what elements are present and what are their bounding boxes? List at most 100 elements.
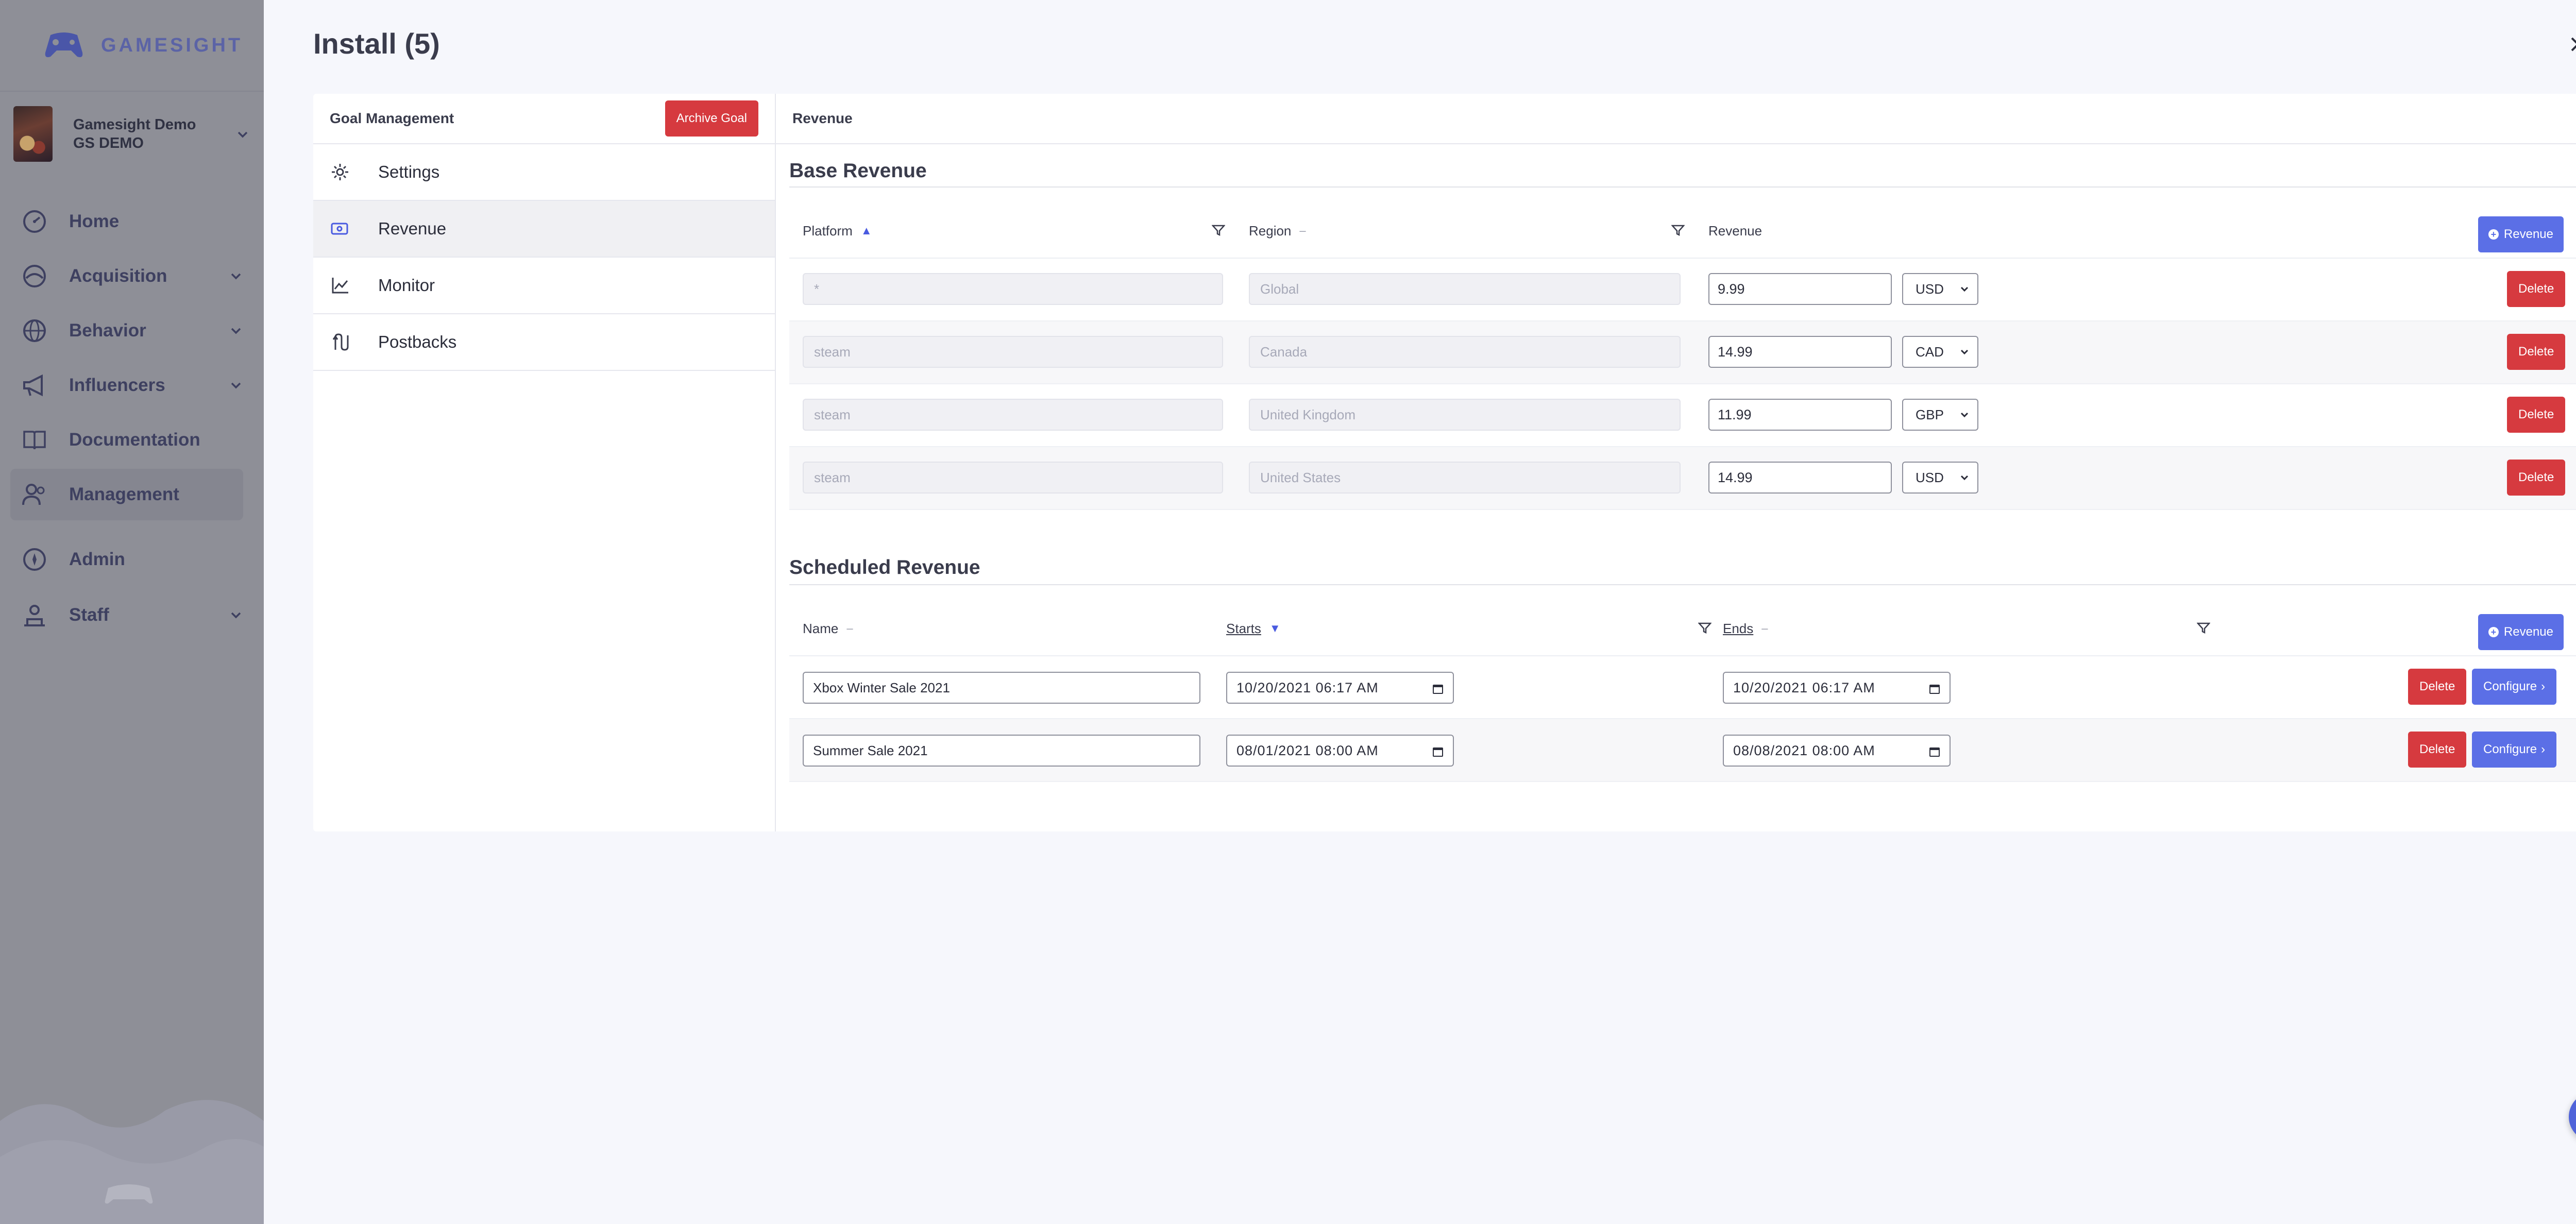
tab-monitor[interactable]: Monitor <box>313 258 775 314</box>
nav-item-behavior[interactable]: Behavior <box>10 305 243 356</box>
page-title: Install (5) <box>313 27 440 60</box>
compass-icon <box>21 546 48 573</box>
table-row: Summer Sale 2021 08/01/2021 08:00 AM 08/… <box>789 719 2576 782</box>
sort-desc-icon: ▼ <box>1269 622 1281 635</box>
calendar-icon[interactable] <box>1928 745 1941 758</box>
ends-datetime-input[interactable]: 08/08/2021 08:00 AM <box>1723 735 1951 767</box>
chevron-right-icon <box>2571 37 2576 52</box>
divider <box>0 91 264 92</box>
chevron-down-icon <box>231 273 241 280</box>
archive-goal-button[interactable]: Archive Goal <box>665 100 758 137</box>
nav-label: Management <box>69 484 179 504</box>
account-org: GS DEMO <box>73 135 144 151</box>
globe-icon <box>21 317 48 345</box>
acquisition-icon <box>21 262 48 290</box>
decorative-hills <box>0 1100 264 1224</box>
delete-button[interactable]: Delete <box>2408 732 2467 768</box>
nav-item-acquisition[interactable]: Acquisition <box>10 250 243 302</box>
divider <box>789 584 2576 585</box>
region-field: United States <box>1249 462 1681 494</box>
column-starts[interactable]: Starts ▼ <box>1226 601 1281 656</box>
scheduled-revenue-title: Scheduled Revenue <box>789 556 980 579</box>
column-platform[interactable]: Platform ▲ <box>803 203 872 259</box>
currency-select[interactable]: USD <box>1902 273 1978 305</box>
app-sidebar: GAMESIGHT Gamesight Demo GS DEMO Home Ac… <box>0 0 264 1224</box>
currency-select[interactable]: CAD <box>1902 336 1978 368</box>
amount-input[interactable]: 14.99 <box>1708 336 1892 368</box>
nav-item-staff[interactable]: Staff <box>10 589 243 641</box>
ends-datetime-input[interactable]: 10/20/2021 06:17 AM <box>1723 672 1951 704</box>
schedule-name-input[interactable]: Xbox Winter Sale 2021 <box>803 672 1200 704</box>
starts-datetime-input[interactable]: 10/20/2021 06:17 AM <box>1226 672 1454 704</box>
platform-field: steam <box>803 336 1223 368</box>
chevron-down-icon <box>1960 475 1969 481</box>
region-field: United Kingdom <box>1249 399 1681 431</box>
delete-button[interactable]: Delete <box>2507 334 2566 370</box>
add-revenue-button[interactable]: + Revenue <box>2478 216 2564 252</box>
plus-circle-icon: + <box>2488 627 2499 637</box>
nav-item-management[interactable]: Management <box>10 469 243 520</box>
tab-postbacks[interactable]: Postbacks <box>313 314 775 371</box>
configure-button[interactable]: Configure › <box>2472 732 2557 768</box>
nav-label: Admin <box>69 549 125 569</box>
tab-revenue[interactable]: Revenue <box>313 201 775 258</box>
sort-none-icon: – <box>1299 224 1306 237</box>
platform-field: steam <box>803 399 1223 431</box>
brand[interactable]: GAMESIGHT <box>43 29 243 62</box>
chevron-down-icon <box>231 382 241 389</box>
nav-item-admin[interactable]: Admin <box>10 534 243 585</box>
column-name[interactable]: Name – <box>803 601 853 656</box>
column-region[interactable]: Region – <box>1249 203 1306 259</box>
delete-button[interactable]: Delete <box>2507 460 2566 496</box>
nav-item-home[interactable]: Home <box>10 196 243 247</box>
starts-datetime-input[interactable]: 08/01/2021 08:00 AM <box>1226 735 1454 767</box>
column-ends[interactable]: Ends – <box>1723 601 1768 656</box>
chevron-down-icon <box>231 612 241 619</box>
filter-icon[interactable] <box>1671 224 1685 237</box>
sort-none-icon: – <box>846 622 853 635</box>
delete-button[interactable]: Delete <box>2507 271 2566 307</box>
nav-item-documentation[interactable]: Documentation <box>10 414 243 466</box>
delete-button[interactable]: Delete <box>2507 397 2566 433</box>
megaphone-icon <box>21 371 48 399</box>
book-icon <box>21 426 48 454</box>
amount-input[interactable]: 9.99 <box>1708 273 1892 305</box>
account-switcher[interactable]: Gamesight Demo GS DEMO <box>13 106 250 162</box>
nav-item-influencers[interactable]: Influencers <box>10 360 243 411</box>
chevron-down-icon <box>1960 286 1969 292</box>
calendar-icon[interactable] <box>1431 682 1445 695</box>
schedule-name-input[interactable]: Summer Sale 2021 <box>803 735 1200 767</box>
filter-icon[interactable] <box>1698 621 1711 635</box>
goal-management-title: Goal Management <box>330 110 454 126</box>
badge-icon <box>21 601 48 629</box>
scheduled-revenue-table: Name – Starts ▼ Ends – + Revenue Xbox Winter… <box>789 601 2576 782</box>
sort-asc-icon: ▲ <box>860 224 872 237</box>
platform-field: steam <box>803 462 1223 494</box>
base-revenue-title: Base Revenue <box>789 160 927 182</box>
calendar-icon[interactable] <box>1431 745 1445 758</box>
table-row: steam Canada 14.99 CAD Delete <box>789 321 2576 384</box>
configure-button[interactable]: Configure › <box>2472 669 2557 705</box>
revenue-header: Revenue <box>776 94 2576 144</box>
currency-select[interactable]: USD <box>1902 462 1978 494</box>
tab-label: Settings <box>378 162 440 181</box>
amount-input[interactable]: 14.99 <box>1708 462 1892 494</box>
calendar-icon[interactable] <box>1928 682 1941 695</box>
close-panel-button[interactable] <box>2560 29 2576 60</box>
dashboard-icon <box>21 208 48 235</box>
delete-button[interactable]: Delete <box>2408 669 2467 705</box>
postback-icon <box>330 332 350 352</box>
chevron-down-icon <box>1960 349 1969 355</box>
amount-input[interactable]: 11.99 <box>1708 399 1892 431</box>
chevron-right-icon: › <box>2541 679 2546 693</box>
platform-field: * <box>803 273 1223 305</box>
currency-select[interactable]: GBP <box>1902 399 1978 431</box>
table-row: steam United States 14.99 USD Delete <box>789 447 2576 510</box>
table-row: steam United Kingdom 11.99 GBP Delete <box>789 384 2576 447</box>
add-scheduled-revenue-button[interactable]: + Revenue <box>2478 614 2564 650</box>
tab-settings[interactable]: Settings <box>313 144 775 201</box>
filter-icon[interactable] <box>1212 224 1225 237</box>
nav-label: Acquisition <box>69 266 167 286</box>
chevron-down-icon[interactable] <box>235 127 250 142</box>
filter-icon[interactable] <box>2197 621 2210 635</box>
